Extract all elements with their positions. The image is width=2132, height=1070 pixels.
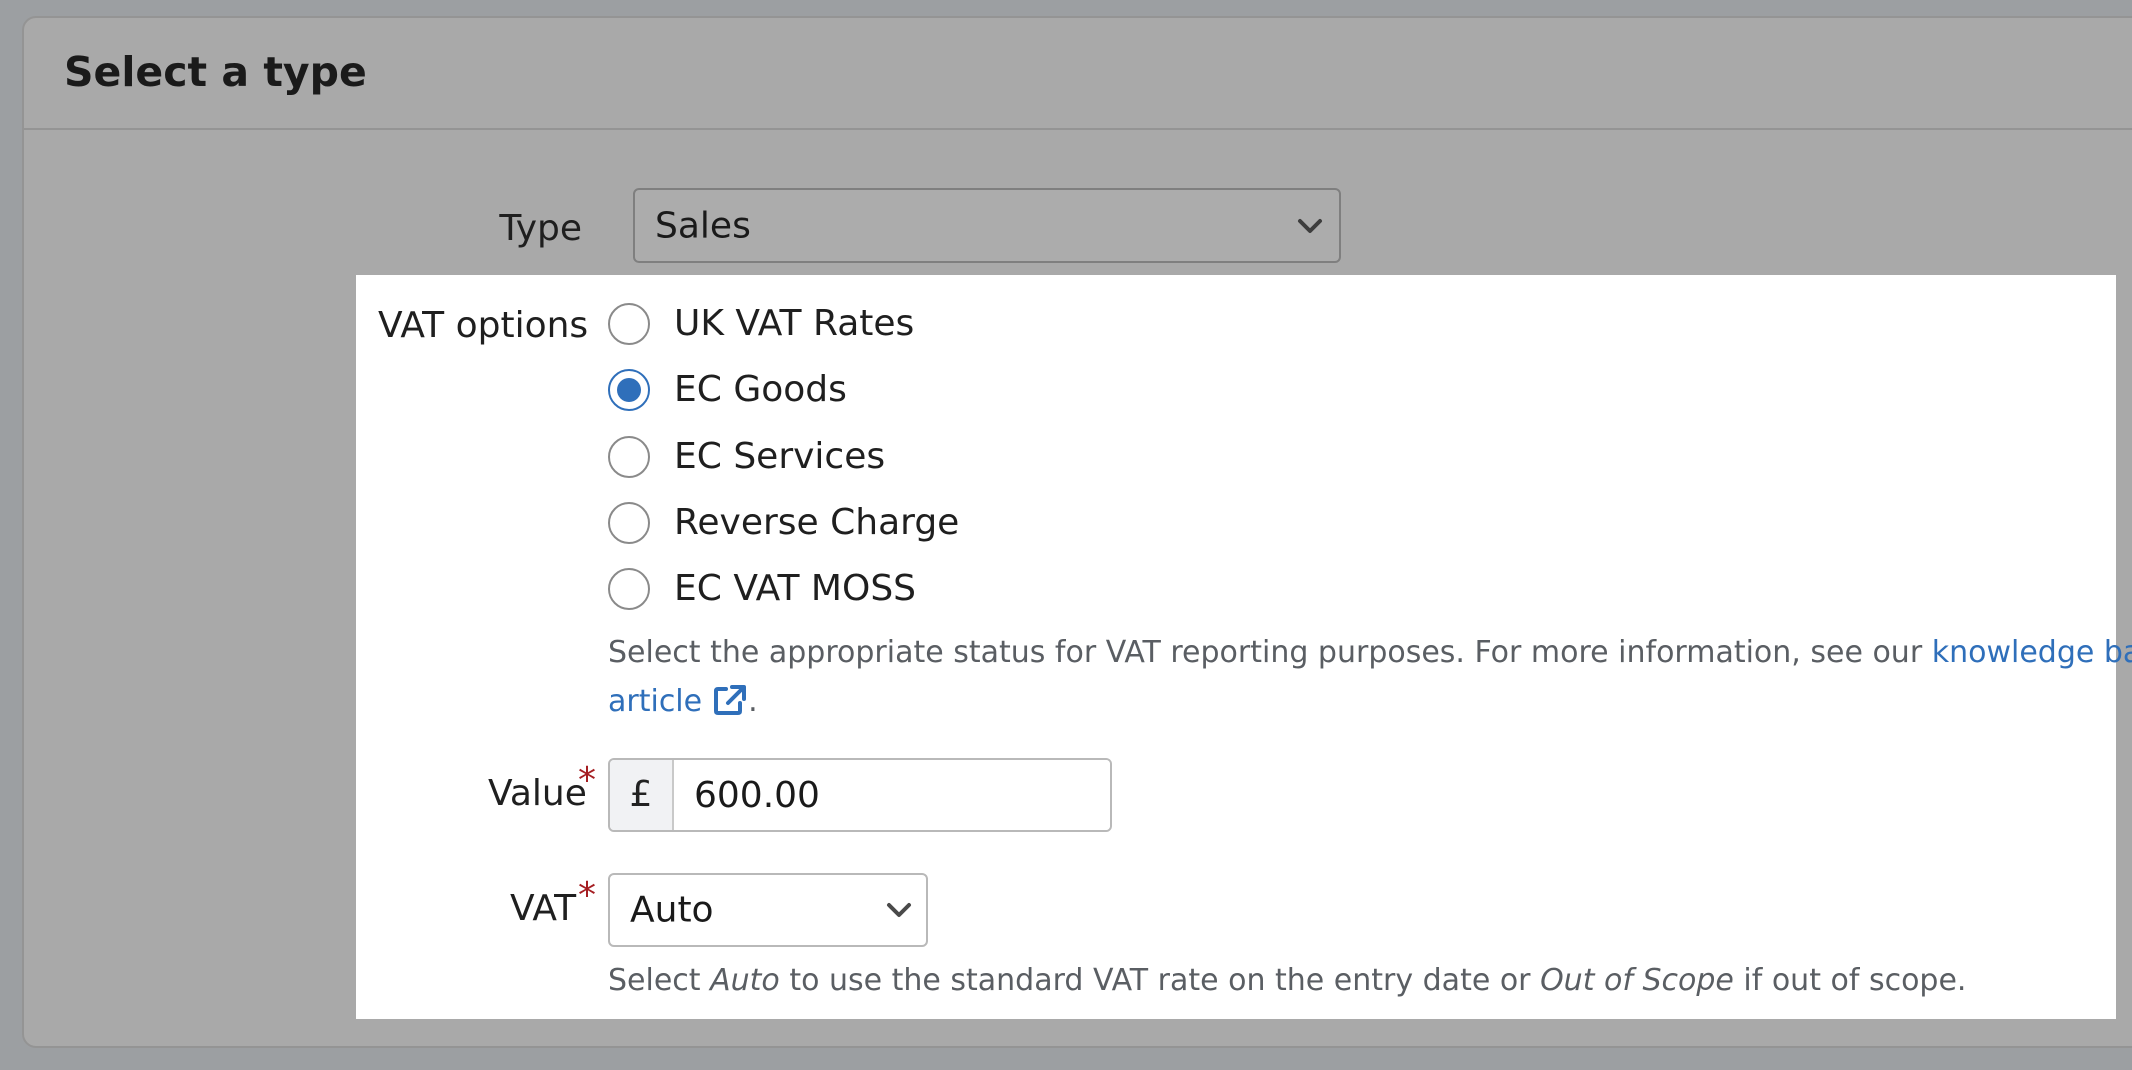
vat-options-help-text: Select the appropriate status for VAT re… [608, 635, 1923, 670]
currency-prefix: £ [610, 760, 674, 830]
type-select-value: Sales [655, 205, 751, 246]
vat-help-auto: Auto [710, 963, 780, 998]
vat-options-label: VAT options [378, 305, 589, 346]
radio-button[interactable] [608, 303, 650, 345]
vat-options-help-line2: article. [608, 677, 758, 727]
vat-select[interactable]: Auto [608, 873, 928, 947]
vat-help-mid: to use the standard VAT rate on the entr… [789, 963, 1531, 998]
radio-button[interactable] [608, 568, 650, 610]
radio-button-checked[interactable] [608, 369, 650, 411]
vat-label: VAT [510, 888, 577, 929]
radio-label[interactable]: UK VAT Rates [674, 303, 914, 345]
radio-button[interactable] [608, 436, 650, 478]
radio-label[interactable]: EC VAT MOSS [674, 568, 916, 610]
chevron-down-icon [1298, 218, 1322, 233]
panel-header: Select a type [24, 18, 2132, 130]
vat-section: VAT options UK VAT Rates EC Goods EC Ser… [356, 275, 2132, 1019]
type-label: Type [499, 208, 582, 249]
required-asterisk: * [578, 875, 596, 916]
radio-label[interactable]: Reverse Charge [674, 502, 959, 544]
type-select[interactable]: Sales [633, 188, 1341, 263]
vat-options-help-line1: Select the appropriate status for VAT re… [608, 628, 2132, 678]
vat-help-text: Select Auto to use the standard VAT rate… [608, 956, 1966, 1006]
radio-label[interactable]: EC Services [674, 436, 885, 478]
panel-title: Select a type [64, 48, 367, 96]
required-asterisk: * [578, 760, 596, 801]
vat-help-oos: Out of Scope [1540, 963, 1734, 998]
help-suffix: . [748, 684, 758, 719]
value-input-group: £ [608, 758, 1112, 832]
knowledge-base-link-cont[interactable]: article [608, 684, 702, 719]
vat-help-post: if out of scope. [1743, 963, 1967, 998]
vat-help-pre: Select [608, 963, 701, 998]
radio-label[interactable]: EC Goods [674, 369, 847, 411]
chevron-down-icon [887, 903, 911, 917]
radio-button[interactable] [608, 502, 650, 544]
value-label: Value [488, 773, 587, 814]
value-input[interactable] [674, 760, 1110, 830]
vat-select-value: Auto [630, 889, 714, 931]
knowledge-base-link[interactable]: knowledge base [1932, 635, 2132, 670]
external-link-icon[interactable] [712, 683, 748, 717]
